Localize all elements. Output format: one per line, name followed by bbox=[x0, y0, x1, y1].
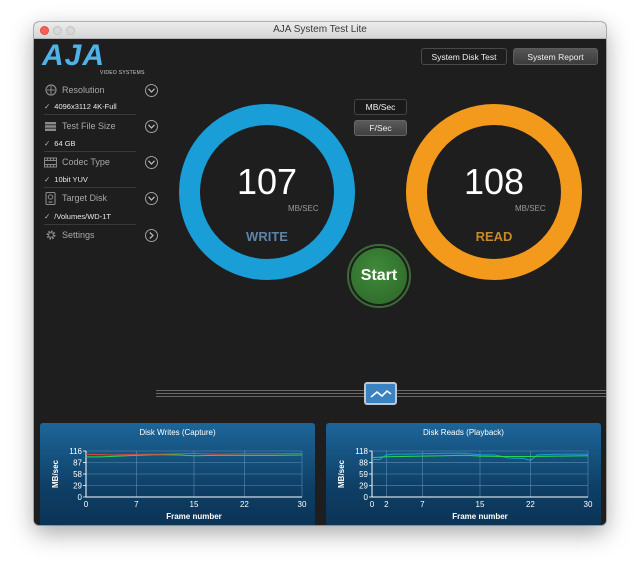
sidebar-value-resolution: ✓ 4096x3112 4K-Full bbox=[44, 102, 117, 111]
read-label: READ bbox=[475, 229, 513, 244]
chevron-down-icon[interactable] bbox=[145, 83, 158, 97]
app-window: AJA System Test Lite AJA VIDEO SYSTEMS R… bbox=[34, 22, 606, 525]
write-speed-unit: MB/SEC bbox=[288, 204, 319, 213]
sidebar-divider bbox=[44, 151, 136, 152]
x-tick-label: 7 bbox=[420, 500, 425, 509]
sidebar-value-codec-type: ✓ 10bit YUV bbox=[44, 175, 88, 184]
y-tick-label: 58 bbox=[73, 470, 82, 479]
disk-reads-chart: 11888592900 2 7 15 22 30Frame numberMB/sec bbox=[337, 447, 593, 521]
chevron-right-icon[interactable] bbox=[145, 228, 158, 242]
x-tick-label: 7 bbox=[134, 500, 139, 509]
mbsec-toggle-button[interactable]: MB/Sec bbox=[354, 99, 407, 115]
sidebar-item-resolution[interactable]: Resolution bbox=[44, 82, 158, 98]
y-axis-label: MB/sec bbox=[51, 459, 60, 488]
x-tick-label: 0 bbox=[84, 500, 89, 509]
logo-text: AJA bbox=[42, 39, 106, 72]
disk-reads-panel: Disk Reads (Playback) 118 88 59 29 0 0 2 7 15 22 3… bbox=[326, 423, 601, 525]
graph-toggle-button[interactable] bbox=[364, 382, 397, 405]
sidebar-label-resolution: Resolution bbox=[62, 85, 105, 95]
start-button[interactable]: Start bbox=[347, 244, 411, 308]
aja-logo: AJA VIDEO SYSTEMS bbox=[42, 39, 145, 77]
x-tick-label: 15 bbox=[190, 500, 199, 509]
system-disk-test-button[interactable]: System Disk Test bbox=[421, 48, 507, 65]
x-tick-label: 0 bbox=[370, 500, 375, 509]
write-speed-gauge: 107 MB/SEC WRITE bbox=[179, 104, 355, 280]
sidebar-item-target-disk[interactable]: Target Disk bbox=[44, 190, 158, 206]
read-speed-gauge: 108 MB/SEC READ bbox=[406, 104, 582, 280]
y-tick-label: 59 bbox=[359, 470, 368, 479]
fsec-toggle-button[interactable]: F/Sec bbox=[354, 120, 407, 136]
x-tick-label: 30 bbox=[584, 500, 593, 509]
chevron-down-icon[interactable] bbox=[145, 191, 158, 205]
y-tick-label: 88 bbox=[359, 459, 368, 468]
sidebar-value-test-file-size: ✓ 64 GB bbox=[44, 139, 76, 148]
resolution-icon bbox=[44, 84, 57, 96]
sidebar-item-settings[interactable]: Settings bbox=[44, 227, 158, 243]
y-tick-label: 118 bbox=[355, 447, 368, 456]
line-graph-icon bbox=[369, 389, 391, 398]
start-button-label: Start bbox=[351, 248, 407, 304]
system-report-button[interactable]: System Report bbox=[513, 48, 598, 65]
disk-writes-panel: Disk Writes (Capture) 116 87 58 29 0 0 7 15 22 30… bbox=[40, 423, 315, 525]
x-tick-label: 2 bbox=[384, 500, 389, 509]
sidebar-divider bbox=[44, 114, 136, 115]
x-axis-label: Frame number bbox=[166, 512, 222, 521]
y-tick-label: 0 bbox=[364, 493, 369, 502]
sidebar-divider bbox=[44, 224, 136, 225]
disk-icon bbox=[44, 191, 57, 205]
disk-writes-chart: 11687582900 7 15 22 30Frame numberMB/sec bbox=[51, 447, 307, 521]
window-title: AJA System Test Lite bbox=[273, 24, 367, 35]
file-size-icon bbox=[44, 121, 57, 132]
write-speed-value: 107 bbox=[236, 161, 298, 202]
y-tick-label: 87 bbox=[73, 459, 82, 468]
gear-icon bbox=[44, 230, 57, 241]
sidebar-divider bbox=[44, 187, 136, 188]
chevron-down-icon[interactable] bbox=[145, 155, 158, 169]
read-speed-value: 108 bbox=[463, 161, 525, 202]
y-tick-label: 29 bbox=[73, 482, 82, 491]
y-tick-label: 116 bbox=[69, 447, 82, 456]
main-content: AJA VIDEO SYSTEMS Resolution ✓ 4096x3112 … bbox=[34, 39, 606, 525]
sidebar-item-codec-type[interactable]: Codec Type bbox=[44, 154, 158, 170]
sidebar-label-test-file-size: Test File Size bbox=[62, 121, 116, 131]
y-tick-label: 29 bbox=[359, 482, 368, 491]
title-bar[interactable]: AJA System Test Lite bbox=[34, 22, 606, 39]
sidebar-label-codec-type: Codec Type bbox=[62, 157, 110, 167]
x-tick-label: 15 bbox=[476, 500, 485, 509]
sidebar-label-settings: Settings bbox=[62, 230, 95, 240]
read-speed-unit: MB/SEC bbox=[515, 204, 546, 213]
chevron-down-icon[interactable] bbox=[145, 119, 158, 133]
write-label: WRITE bbox=[246, 229, 288, 244]
y-tick-label: 0 bbox=[78, 493, 83, 502]
x-axis-label: Frame number bbox=[452, 512, 508, 521]
x-tick-label: 22 bbox=[526, 500, 535, 509]
y-axis-label: MB/sec bbox=[337, 459, 346, 488]
x-tick-label: 22 bbox=[240, 500, 249, 509]
sidebar-label-target-disk: Target Disk bbox=[62, 193, 108, 203]
x-tick-label: 30 bbox=[298, 500, 307, 509]
sidebar-value-target-disk: ✓/Volumes/WD-1T bbox=[44, 212, 111, 221]
sidebar-item-test-file-size[interactable]: Test File Size bbox=[44, 118, 158, 134]
codec-icon bbox=[44, 157, 57, 168]
logo-subtitle: VIDEO SYSTEMS bbox=[100, 70, 145, 76]
